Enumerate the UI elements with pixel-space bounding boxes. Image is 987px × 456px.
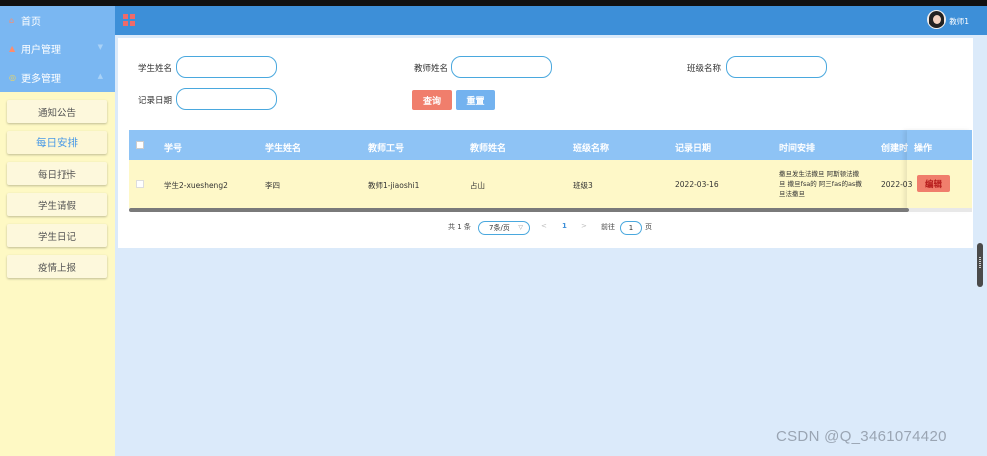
sidebar-subitem-label: 通知公告 bbox=[37, 107, 76, 119]
teacher-name-label: 教师姓名 bbox=[414, 64, 449, 74]
hand-cursor-icon: ☝ bbox=[62, 168, 70, 183]
cell-student-id: 学生2-xuesheng2 bbox=[164, 181, 228, 190]
col-record-date[interactable]: 记录日期 bbox=[675, 141, 711, 154]
edit-button[interactable]: 编辑 bbox=[917, 175, 950, 192]
col-schedule[interactable]: 时间安排 bbox=[779, 141, 815, 154]
table-scroll-track bbox=[909, 208, 972, 212]
menu-grid-icon[interactable] bbox=[123, 14, 135, 26]
username[interactable]: 教师1 bbox=[949, 16, 969, 27]
cell-student-name: 李四 bbox=[265, 181, 280, 190]
col-teacher-id[interactable]: 教师工号 bbox=[368, 141, 404, 154]
page-number-current[interactable]: 1 bbox=[562, 222, 567, 230]
student-name-input[interactable] bbox=[176, 56, 277, 78]
sidebar-subitem-student-diary[interactable]: 学生日记 bbox=[7, 224, 107, 247]
col-created[interactable]: 创建时 bbox=[881, 141, 908, 154]
reset-button[interactable]: 重置 bbox=[456, 90, 495, 110]
col-class-name[interactable]: 班级名称 bbox=[573, 141, 609, 154]
sidebar-item-label: 首页 bbox=[21, 16, 41, 28]
sidebar-subitem-label: 疫情上报 bbox=[37, 262, 76, 274]
table-row: 学生2-xuesheng2 李四 教师1-jiaoshi1 占山 班级3 202… bbox=[129, 160, 972, 208]
record-date-label: 记录日期 bbox=[138, 96, 173, 106]
fixed-actions-column bbox=[907, 130, 972, 210]
col-student-name[interactable]: 学生姓名 bbox=[265, 141, 301, 154]
next-page-button[interactable]: > bbox=[581, 222, 587, 230]
class-name-input[interactable] bbox=[726, 56, 827, 78]
sidebar-subitem-notice[interactable]: 通知公告 bbox=[7, 100, 107, 123]
avatar[interactable] bbox=[927, 10, 946, 29]
sidebar-subitem-label: 学生请假 bbox=[37, 200, 76, 212]
sidebar-item-label: 用户管理 bbox=[21, 44, 61, 56]
sidebar-subitem-epidemic-report[interactable]: 疫情上报 bbox=[7, 255, 107, 278]
col-student-id[interactable]: 学号 bbox=[164, 141, 182, 154]
user-icon: ▲ bbox=[9, 43, 16, 53]
sidebar-item-more-management[interactable]: ◎ 更多管理 ▲ bbox=[0, 63, 115, 91]
page-vertical-scrollbar[interactable] bbox=[977, 243, 983, 287]
page-size-value: 7条/页 bbox=[489, 224, 510, 232]
pager-total: 共 1 条 bbox=[448, 223, 471, 231]
record-date-input[interactable] bbox=[176, 88, 277, 110]
prev-page-button[interactable]: < bbox=[541, 222, 547, 230]
home-icon: ⌂ bbox=[9, 15, 15, 25]
sidebar-item-home[interactable]: ⌂ 首页 bbox=[0, 6, 115, 34]
cell-class-name: 班级3 bbox=[573, 181, 593, 190]
sidebar-subitem-student-leave[interactable]: 学生请假 bbox=[7, 193, 107, 216]
table-header: 学号 学生姓名 教师工号 教师姓名 班级名称 记录日期 时间安排 创建时 操作 bbox=[129, 130, 972, 160]
sidebar-item-user-management[interactable]: ▲ 用户管理 ▼ bbox=[0, 34, 115, 62]
teacher-name-input[interactable] bbox=[451, 56, 552, 78]
col-teacher-name[interactable]: 教师姓名 bbox=[470, 141, 506, 154]
chevron-down-icon: ▽ bbox=[518, 224, 523, 231]
cell-schedule-line1: 撒旦发生法撒旦 阿斯顿法撒 bbox=[779, 170, 860, 178]
goto-label: 前往 bbox=[601, 223, 615, 231]
select-all-checkbox[interactable] bbox=[136, 141, 144, 149]
cell-teacher-id: 教师1-jiaoshi1 bbox=[368, 181, 420, 190]
cell-record-date: 2022-03-16 bbox=[675, 180, 719, 189]
row-checkbox[interactable] bbox=[136, 180, 144, 188]
goto-page-input[interactable]: 1 bbox=[620, 221, 642, 235]
sidebar-subitem-daily-schedule[interactable]: 每日安排 bbox=[7, 131, 107, 154]
sidebar-subitem-label: 学生日记 bbox=[37, 231, 76, 243]
top-header: 教师1 bbox=[115, 6, 987, 35]
page-suffix: 页 bbox=[645, 223, 652, 231]
class-name-label: 班级名称 bbox=[687, 64, 722, 74]
student-name-label: 学生姓名 bbox=[138, 64, 173, 74]
chevron-down-icon: ▼ bbox=[97, 43, 103, 51]
sidebar-subitem-label: 每日安排 bbox=[36, 137, 78, 149]
sidebar-item-label: 更多管理 bbox=[21, 73, 61, 85]
query-button[interactable]: 查询 bbox=[412, 90, 452, 110]
cell-schedule-line3: 旦法撒旦 bbox=[779, 190, 805, 198]
sidebar-subitem-daily-checkin[interactable]: 每日打卡 bbox=[7, 162, 107, 185]
chevron-up-icon: ▲ bbox=[97, 72, 103, 80]
page-size-select[interactable]: 7条/页 ▽ bbox=[478, 221, 530, 235]
watermark: CSDN @Q_3461074420 bbox=[776, 428, 947, 445]
more-icon: ◎ bbox=[9, 72, 16, 82]
cell-teacher-name: 占山 bbox=[470, 181, 485, 190]
cell-schedule-line2: 旦 撒旦fsa的 阿三fas的as撒 bbox=[779, 180, 862, 188]
table-horizontal-scrollbar[interactable] bbox=[129, 208, 909, 212]
